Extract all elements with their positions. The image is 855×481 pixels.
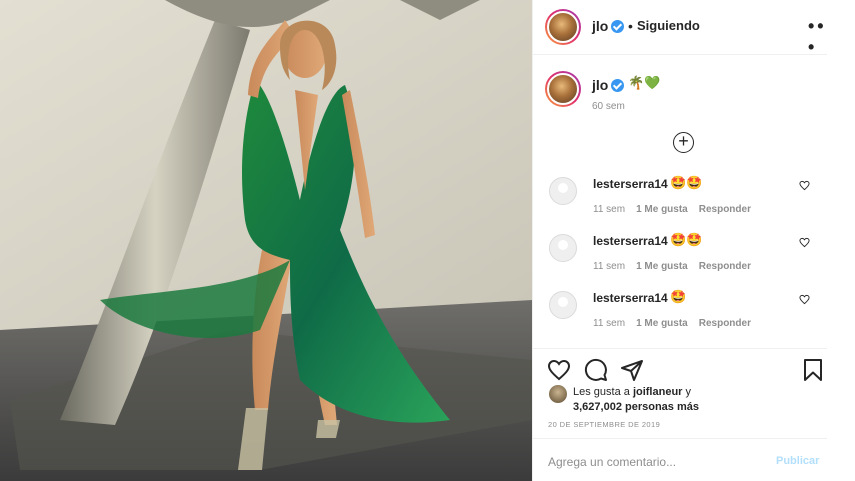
comment-text: 🤩🤩 — [670, 232, 703, 247]
comment-item: lesterserra14 🤩🤩 11 sem 1 Me gusta Respond… — [533, 175, 827, 227]
follow-status-button[interactable]: Siguiendo — [637, 18, 700, 33]
comment-likes[interactable]: 1 Me gusta — [636, 318, 688, 329]
caption-time[interactable]: 60 sem — [592, 101, 625, 112]
post-actions — [533, 348, 827, 381]
comment-time[interactable]: 11 sem — [593, 204, 625, 215]
verified-badge-icon — [611, 79, 625, 92]
liker-username[interactable]: joiflaneur — [633, 386, 683, 398]
caption-username[interactable]: jlo — [592, 77, 625, 93]
post-header: jlo • Siguiendo • • • — [533, 0, 827, 58]
likes-prefix: Les gusta a — [573, 386, 633, 398]
add-comment-bar: Agrega un comentario... Publicar — [533, 438, 827, 481]
comment-text: 🤩 — [670, 289, 687, 304]
comment-likes[interactable]: 1 Me gusta — [636, 204, 688, 215]
heart-icon[interactable] — [799, 180, 810, 191]
load-more-comments-icon[interactable]: + — [673, 132, 694, 153]
bookmark-icon[interactable] — [801, 358, 825, 382]
heart-icon[interactable] — [799, 237, 810, 248]
post-image — [0, 0, 532, 481]
likes-line: Les gusta a joiflaneur y — [573, 385, 691, 400]
reply-button[interactable]: Responder — [699, 318, 751, 329]
comment-item: lesterserra14 🤩🤩 11 sem 1 Me gusta Respond… — [533, 232, 827, 284]
commenter-username[interactable]: lesterserra14 — [593, 234, 668, 248]
author-username[interactable]: jlo — [592, 18, 625, 34]
comment-icon[interactable] — [584, 358, 608, 382]
comment-text: 🤩🤩 — [670, 175, 703, 190]
comment-likes[interactable]: 1 Me gusta — [636, 261, 688, 272]
heart-icon[interactable] — [799, 294, 810, 305]
comment-meta: 11 sem 1 Me gusta Responder — [593, 261, 762, 272]
separator-dot: • — [628, 18, 633, 34]
comment-meta: 11 sem 1 Me gusta Responder — [593, 318, 762, 329]
liker-avatar[interactable] — [549, 385, 567, 403]
comment-meta: 11 sem 1 Me gusta Responder — [593, 204, 762, 215]
caption-avatar[interactable] — [545, 71, 581, 107]
commenter-avatar[interactable] — [549, 291, 577, 319]
verified-badge-icon — [611, 20, 625, 33]
comment-time[interactable]: 11 sem — [593, 261, 625, 272]
caption-text: 🌴💚 — [628, 75, 661, 90]
commenter-avatar[interactable] — [549, 177, 577, 205]
comment-time[interactable]: 11 sem — [593, 318, 625, 329]
post-photo[interactable] — [0, 0, 532, 481]
comment-item: lesterserra14 🤩 11 sem 1 Me gusta Responde… — [533, 289, 827, 341]
commenter-username[interactable]: lesterserra14 — [593, 291, 668, 305]
author-avatar[interactable] — [545, 9, 581, 45]
reply-button[interactable]: Responder — [699, 261, 751, 272]
publish-button[interactable]: Publicar — [776, 455, 819, 467]
more-options-icon[interactable]: • • • — [808, 16, 827, 58]
likes-count[interactable]: 3,627,002 personas más — [573, 400, 699, 415]
like-heart-icon[interactable] — [547, 358, 571, 382]
post-side-panel: jlo • Siguiendo • • • jlo 🌴💚 60 sem + le… — [532, 0, 827, 481]
commenter-username[interactable]: lesterserra14 — [593, 177, 668, 191]
comment-input[interactable]: Agrega un comentario... — [548, 455, 676, 469]
share-icon[interactable] — [620, 358, 644, 382]
reply-button[interactable]: Responder — [699, 204, 751, 215]
commenter-avatar[interactable] — [549, 234, 577, 262]
likes-suffix: y — [682, 386, 692, 398]
post-date[interactable]: 20 DE SEPTIEMBRE DE 2019 — [548, 420, 660, 429]
